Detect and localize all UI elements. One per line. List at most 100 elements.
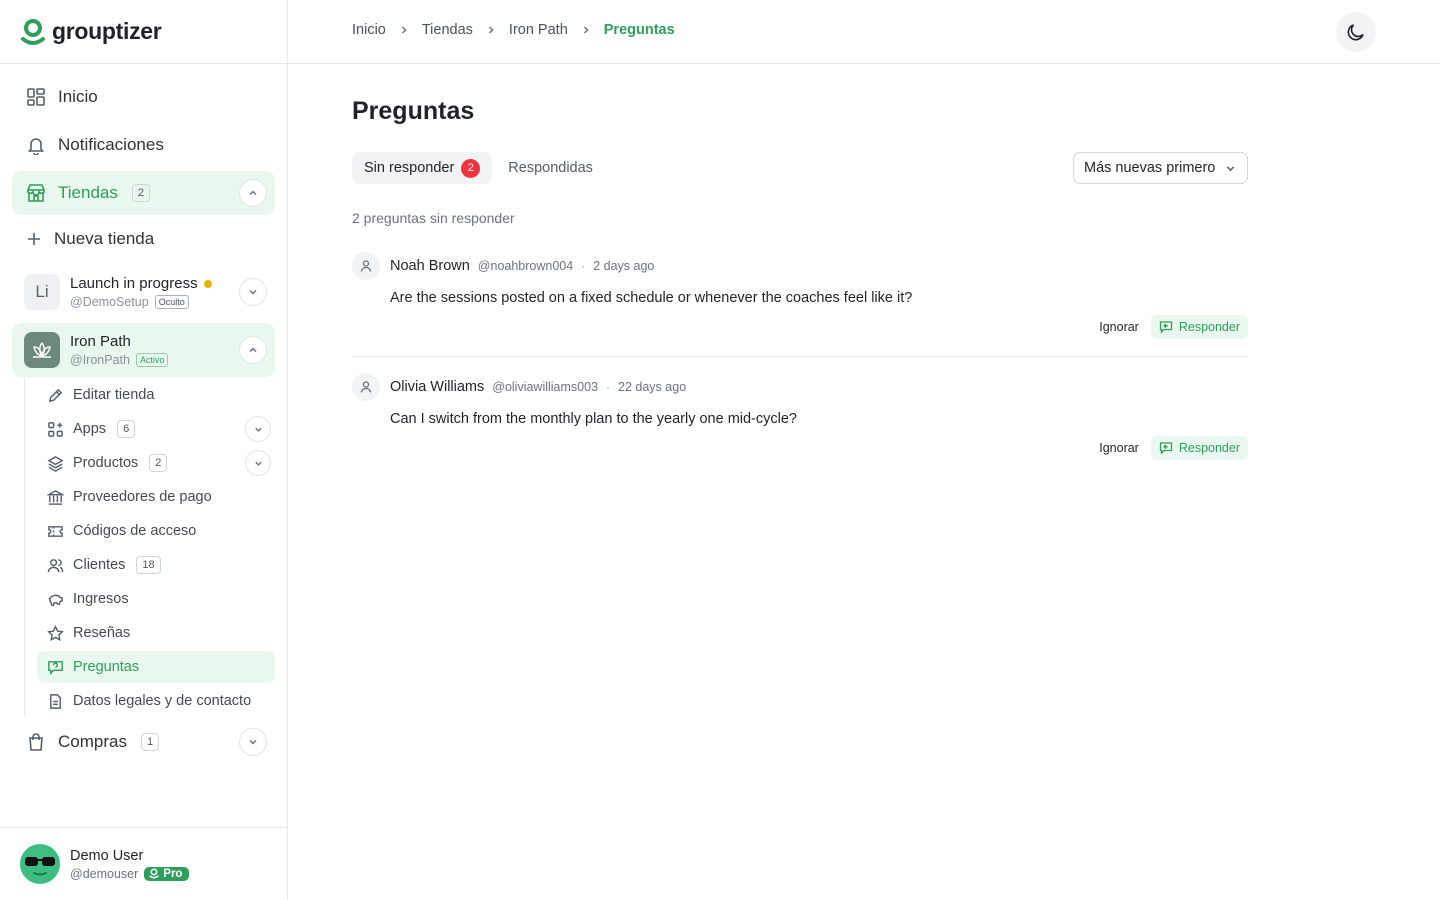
breadcrumb-item[interactable]: Inicio (352, 22, 386, 38)
question-item: Noah Brown @noahbrown004 · 2 days ago Ar… (352, 252, 1248, 339)
lotus-avatar-icon (24, 332, 60, 368)
question-text: Are the sessions posted on a fixed sched… (390, 290, 913, 306)
chevron-down-icon (254, 461, 262, 466)
bank-icon (46, 488, 64, 506)
sidebar-item-datos-legales[interactable]: Datos legales y de contacto (37, 685, 275, 717)
sidebar-item-apps[interactable]: Apps 6 (37, 413, 275, 445)
expand-button[interactable] (245, 450, 271, 476)
expand-button[interactable] (239, 728, 267, 756)
chevron-right-icon (580, 24, 592, 36)
ignore-button[interactable]: Ignorar (1099, 441, 1139, 455)
nav-item-compras[interactable]: Compras 1 (12, 720, 275, 764)
chevron-down-icon (249, 739, 257, 745)
tab-sin-responder[interactable]: Sin responder 2 (352, 152, 493, 184)
sidebar-item-label: Reseñas (73, 625, 131, 641)
expand-button[interactable] (245, 416, 271, 442)
nav-item-inicio[interactable]: Inicio (12, 75, 275, 119)
document-icon (46, 692, 64, 710)
user-icon (352, 373, 380, 401)
sidebar-item-label: Apps (73, 421, 107, 437)
sidebar-item-label: Ingresos (73, 591, 129, 607)
plan-label: Pro (163, 867, 183, 880)
count-badge: 2 (149, 454, 168, 472)
bell-icon (26, 135, 46, 155)
brand-name: grouptizer (52, 18, 162, 44)
store-card-launch[interactable]: Li Launch in progress @DemoSetup Oculto (12, 265, 275, 319)
store-card-iron-path[interactable]: Iron Path @IronPath Activo (12, 323, 275, 377)
apps-icon (46, 420, 64, 438)
nav-item-tiendas[interactable]: Tiendas 2 (12, 171, 275, 215)
unanswered-count-badge: 2 (461, 158, 481, 178)
store-avatar: Li (24, 274, 60, 310)
sidebar-item-proveedores-de-pago[interactable]: Proveedores de pago (37, 481, 275, 513)
ignore-button[interactable]: Ignorar (1099, 320, 1139, 334)
reply-message-icon (1159, 321, 1172, 334)
nav-label: Nueva tienda (54, 229, 155, 248)
chevron-down-icon (1226, 165, 1235, 171)
question-actions: Ignorar Responder (1099, 315, 1248, 339)
breadcrumb: Inicio Tiendas Iron Path Preguntas (352, 22, 675, 38)
pencil-icon (46, 386, 64, 404)
breadcrumb-current: Preguntas (603, 22, 675, 38)
reply-message-icon (1159, 442, 1172, 455)
question-actions: Ignorar Responder (1099, 436, 1248, 460)
star-icon (46, 624, 64, 642)
sidebar-item-label: Editar tienda (73, 387, 155, 403)
theme-toggle-button[interactable] (1336, 12, 1376, 52)
tab-label: Sin responder (364, 160, 455, 176)
submenu-guide-line (24, 378, 25, 716)
nav-item-notificaciones[interactable]: Notificaciones (12, 123, 275, 167)
collapse-button[interactable] (239, 179, 267, 207)
sidebar-item-productos[interactable]: Productos 2 (37, 447, 275, 479)
breadcrumb-item[interactable]: Iron Path (509, 22, 568, 38)
user-name: Demo User (70, 847, 144, 864)
divider (352, 356, 1248, 357)
question-handle: @noahbrown004 (477, 259, 574, 273)
expand-button[interactable] (239, 278, 267, 306)
sidebar-item-editar-tienda[interactable]: Editar tienda (37, 379, 275, 411)
store-handle: @IronPath (70, 353, 130, 367)
sidebar-item-label: Proveedores de pago (73, 489, 212, 505)
plus-icon (24, 229, 44, 249)
user-profile[interactable]: Demo User @demouser Pro (0, 827, 287, 900)
dashboard-icon (26, 87, 46, 107)
message-question-icon (46, 658, 64, 676)
reply-button[interactable]: Responder (1150, 315, 1248, 339)
sidebar-item-ingresos[interactable]: Ingresos (37, 583, 275, 615)
status-dot (203, 279, 212, 288)
breadcrumb-item[interactable]: Tiendas (422, 22, 473, 38)
reply-button[interactable]: Responder (1150, 436, 1248, 460)
separator-dot: · (581, 259, 586, 273)
tab-respondidas[interactable]: Respondidas (496, 152, 605, 184)
topbar: Inicio Tiendas Iron Path Preguntas (288, 0, 1440, 64)
sort-value: Más nuevas primero (1084, 160, 1216, 176)
store-name: Launch in progress (70, 275, 198, 292)
sidebar-item-label: Datos legales y de contacto (73, 693, 252, 709)
count-badge: 2 (131, 184, 150, 202)
separator-dot: · (606, 380, 611, 394)
logo[interactable]: grouptizer (0, 0, 287, 64)
page-title: Preguntas (352, 97, 475, 125)
sidebar-item-label: Clientes (73, 557, 126, 573)
users-icon (46, 556, 64, 574)
question-handle: @oliviawilliams003 (492, 380, 599, 394)
count-badge: 6 (117, 420, 136, 438)
sidebar-item-label: Preguntas (73, 659, 140, 675)
nav-item-nueva-tienda[interactable]: Nueva tienda (12, 217, 275, 261)
nav-label: Compras (58, 732, 127, 751)
nav-label: Tiendas (58, 183, 118, 202)
sidebar-item-codigos-de-acceso[interactable]: Códigos de acceso (37, 515, 275, 547)
reply-label: Responder (1178, 320, 1240, 334)
reply-label: Responder (1178, 441, 1240, 455)
sort-select[interactable]: Más nuevas primero (1073, 152, 1248, 184)
store-name: Iron Path (70, 333, 131, 350)
grouptizer-logo-icon (21, 18, 45, 45)
count-badge: 18 (136, 556, 161, 574)
collapse-button[interactable] (239, 336, 267, 364)
sidebar-item-resenas[interactable]: Reseñas (37, 617, 275, 649)
count-badge: 1 (140, 733, 160, 751)
sidebar-item-preguntas[interactable]: Preguntas (37, 651, 275, 683)
chevron-down-icon (249, 289, 257, 295)
ticket-icon (46, 522, 64, 540)
sidebar-item-clientes[interactable]: Clientes 18 (37, 549, 275, 581)
